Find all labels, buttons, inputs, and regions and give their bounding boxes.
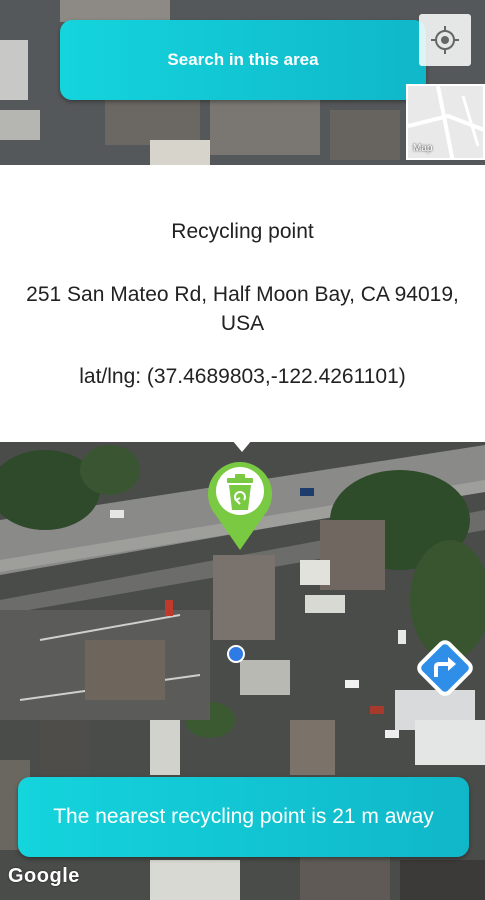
- google-attribution: Google: [8, 865, 80, 887]
- crosshair-icon: [431, 26, 459, 54]
- recycling-point-marker[interactable]: [205, 456, 275, 552]
- info-title: Recycling point: [171, 220, 314, 243]
- turn-right-arrow-icon: [417, 640, 473, 696]
- search-in-area-label: Search in this area: [167, 50, 319, 69]
- info-window-pointer: [232, 440, 252, 452]
- info-latlng: lat/lng: (37.4689803,-122.4261101): [79, 365, 406, 388]
- info-address: 251 San Mateo Rd, Half Moon Bay, CA 9401…: [26, 283, 459, 335]
- directions-button[interactable]: [414, 637, 476, 699]
- search-in-area-button[interactable]: Search in this area: [60, 20, 426, 100]
- nearest-point-banner: The nearest recycling point is 21 m away: [18, 777, 469, 857]
- recycling-bin-icon: [208, 462, 272, 550]
- user-location-dot: [227, 645, 245, 663]
- info-window: Recycling point 251 San Mateo Rd, Half M…: [0, 165, 485, 452]
- map-type-toggle[interactable]: Map: [406, 84, 485, 160]
- my-location-button[interactable]: [419, 14, 471, 66]
- map-type-label: Map: [413, 143, 433, 154]
- nearest-point-text: The nearest recycling point is 21 m away: [53, 805, 434, 828]
